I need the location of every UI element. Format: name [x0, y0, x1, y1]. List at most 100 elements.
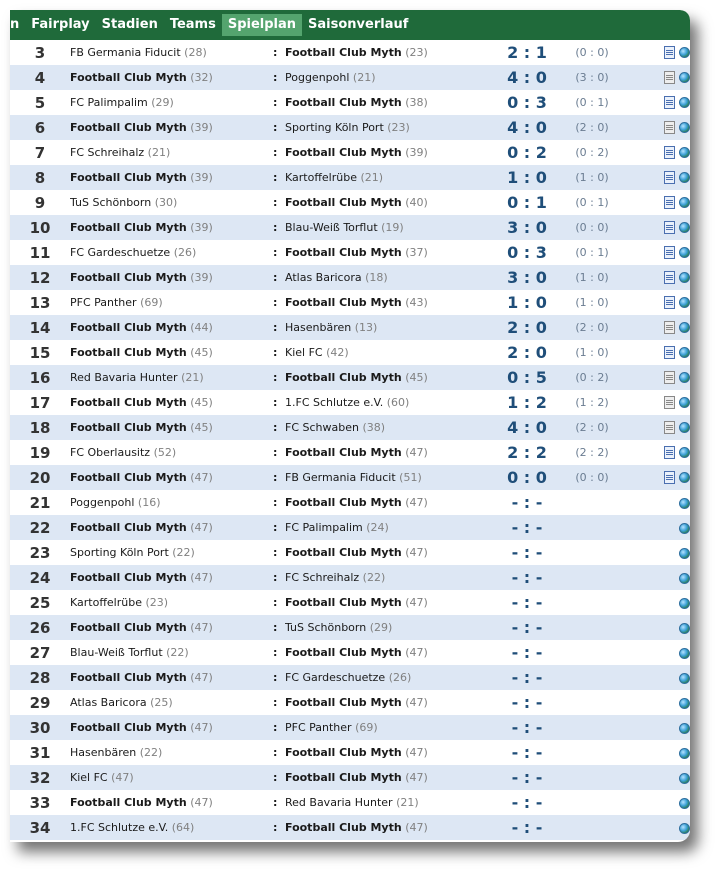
- match-score[interactable]: - : -: [497, 565, 557, 590]
- home-team-name[interactable]: Kiel FC: [70, 771, 108, 784]
- match-report-icon[interactable]: [664, 446, 675, 460]
- globe-icon[interactable]: [679, 797, 690, 809]
- away-team-name[interactable]: Football Club Myth: [285, 46, 402, 59]
- match-report-icon[interactable]: [664, 421, 675, 435]
- home-team-name[interactable]: Sporting Köln Port: [70, 546, 169, 559]
- match-report-icon[interactable]: [664, 196, 675, 210]
- away-team-name[interactable]: Football Club Myth: [285, 246, 402, 259]
- match-report-icon[interactable]: [664, 346, 675, 360]
- tab-fairplay[interactable]: Fairplay: [25, 14, 95, 36]
- globe-icon[interactable]: [679, 447, 690, 459]
- home-team-name[interactable]: Football Club Myth: [70, 346, 187, 359]
- globe-icon[interactable]: [679, 372, 690, 384]
- tab-spielplan[interactable]: Spielplan: [221, 14, 303, 36]
- globe-icon[interactable]: [679, 722, 690, 734]
- home-team-name[interactable]: 1.FC Schlutze e.V.: [70, 821, 168, 834]
- match-score[interactable]: - : -: [497, 490, 557, 515]
- home-team-name[interactable]: FC Palimpalim: [70, 96, 148, 109]
- away-team-name[interactable]: Football Club Myth: [285, 296, 402, 309]
- globe-icon[interactable]: [679, 472, 690, 484]
- away-team-name[interactable]: Football Club Myth: [285, 196, 402, 209]
- home-team-name[interactable]: Football Club Myth: [70, 471, 187, 484]
- match-score[interactable]: 0 : 1: [497, 190, 557, 215]
- match-report-icon[interactable]: [664, 271, 675, 285]
- match-score[interactable]: 1 : 2: [497, 390, 557, 415]
- home-team-name[interactable]: Football Club Myth: [70, 271, 187, 284]
- away-team-name[interactable]: FC Palimpalim: [285, 521, 363, 534]
- away-team-name[interactable]: PFC Panther: [285, 721, 352, 734]
- match-score[interactable]: 2 : 0: [497, 340, 557, 365]
- away-team-name[interactable]: Football Club Myth: [285, 646, 402, 659]
- away-team-name[interactable]: 1.FC Schlutze e.V.: [285, 396, 383, 409]
- match-score[interactable]: - : -: [497, 640, 557, 665]
- away-team-name[interactable]: FC Schwaben: [285, 421, 359, 434]
- globe-icon[interactable]: [679, 672, 690, 684]
- match-report-icon[interactable]: [664, 321, 675, 335]
- globe-icon[interactable]: [679, 222, 690, 234]
- tab-teams[interactable]: Teams: [164, 14, 222, 36]
- globe-icon[interactable]: [679, 597, 690, 609]
- away-team-name[interactable]: Football Club Myth: [285, 371, 402, 384]
- away-team-name[interactable]: Hasenbären: [285, 321, 351, 334]
- away-team-name[interactable]: Football Club Myth: [285, 446, 402, 459]
- home-team-name[interactable]: Football Club Myth: [70, 571, 187, 584]
- globe-icon[interactable]: [679, 172, 690, 184]
- tab-stadien[interactable]: Stadien: [96, 14, 164, 36]
- match-score[interactable]: - : -: [497, 690, 557, 715]
- home-team-name[interactable]: Red Bavaria Hunter: [70, 371, 178, 384]
- home-team-name[interactable]: FC Schreihalz: [70, 146, 144, 159]
- globe-icon[interactable]: [679, 422, 690, 434]
- home-team-name[interactable]: Football Club Myth: [70, 171, 187, 184]
- match-score[interactable]: 0 : 5: [497, 365, 557, 390]
- match-report-icon[interactable]: [664, 46, 675, 60]
- globe-icon[interactable]: [679, 347, 690, 359]
- home-team-name[interactable]: Football Club Myth: [70, 671, 187, 684]
- home-team-name[interactable]: PFC Panther: [70, 296, 137, 309]
- globe-icon[interactable]: [679, 547, 690, 559]
- home-team-name[interactable]: Football Club Myth: [70, 721, 187, 734]
- home-team-name[interactable]: Football Club Myth: [70, 221, 187, 234]
- home-team-name[interactable]: Football Club Myth: [70, 396, 187, 409]
- home-team-name[interactable]: FC Oberlausitz: [70, 446, 150, 459]
- tab-saisonverlauf[interactable]: Saisonverlauf: [302, 14, 414, 36]
- match-score[interactable]: - : -: [497, 540, 557, 565]
- match-score[interactable]: - : -: [497, 740, 557, 765]
- away-team-name[interactable]: Atlas Baricora: [285, 271, 362, 284]
- away-team-name[interactable]: FB Germania Fiducit: [285, 471, 396, 484]
- home-team-name[interactable]: Football Club Myth: [70, 621, 187, 634]
- match-score[interactable]: 0 : 2: [497, 140, 557, 165]
- home-team-name[interactable]: Hasenbären: [70, 746, 136, 759]
- globe-icon[interactable]: [679, 697, 690, 709]
- home-team-name[interactable]: FC Gardeschuetze: [70, 246, 170, 259]
- match-report-icon[interactable]: [664, 471, 675, 485]
- globe-icon[interactable]: [679, 647, 690, 659]
- match-score[interactable]: 4 : 0: [497, 115, 557, 140]
- globe-icon[interactable]: [679, 747, 690, 759]
- match-report-icon[interactable]: [664, 96, 675, 110]
- match-score[interactable]: 2 : 2: [497, 440, 557, 465]
- match-score[interactable]: 3 : 0: [497, 215, 557, 240]
- home-team-name[interactable]: Football Club Myth: [70, 321, 187, 334]
- away-team-name[interactable]: Football Club Myth: [285, 696, 402, 709]
- away-team-name[interactable]: Football Club Myth: [285, 746, 402, 759]
- globe-icon[interactable]: [679, 122, 690, 134]
- globe-icon[interactable]: [679, 72, 690, 84]
- match-score[interactable]: 0 : 3: [497, 90, 557, 115]
- tab-truncated[interactable]: n: [10, 14, 25, 36]
- home-team-name[interactable]: Kartoffelrübe: [70, 596, 142, 609]
- globe-icon[interactable]: [679, 247, 690, 259]
- away-team-name[interactable]: Blau-Weiß Torflut: [285, 221, 378, 234]
- globe-icon[interactable]: [679, 297, 690, 309]
- globe-icon[interactable]: [679, 397, 690, 409]
- match-score[interactable]: - : -: [497, 715, 557, 740]
- match-report-icon[interactable]: [664, 396, 675, 410]
- away-team-name[interactable]: FC Gardeschuetze: [285, 671, 385, 684]
- match-report-icon[interactable]: [664, 221, 675, 235]
- globe-icon[interactable]: [679, 47, 690, 59]
- match-report-icon[interactable]: [664, 146, 675, 160]
- home-team-name[interactable]: Atlas Baricora: [70, 696, 147, 709]
- globe-icon[interactable]: [679, 772, 690, 784]
- match-score[interactable]: 0 : 0: [497, 465, 557, 490]
- globe-icon[interactable]: [679, 622, 690, 634]
- away-team-name[interactable]: Kiel FC: [285, 346, 323, 359]
